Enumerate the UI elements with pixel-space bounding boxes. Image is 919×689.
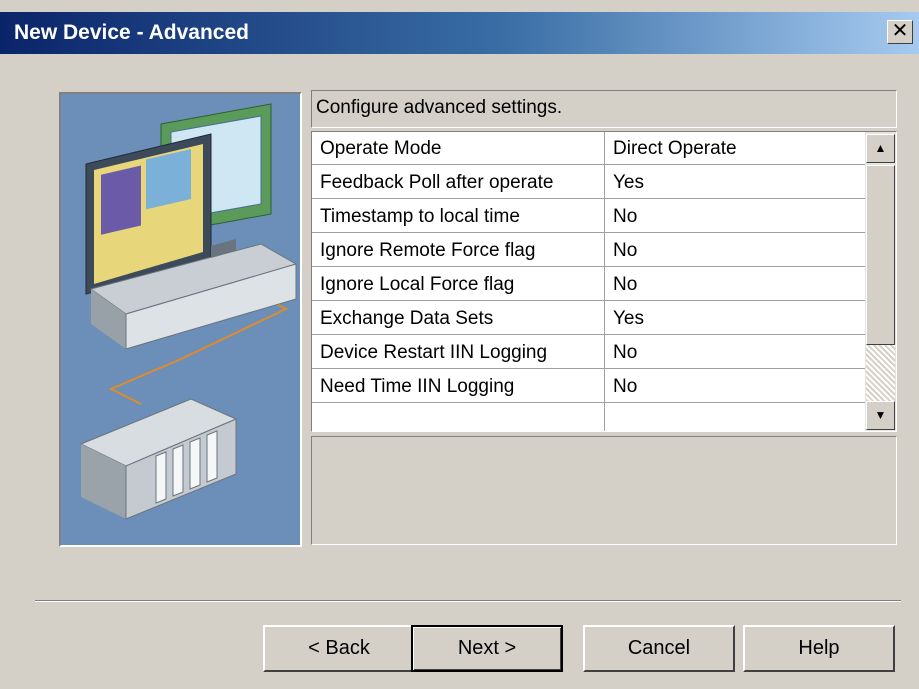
property-row[interactable]: Device Restart IIN Logging No	[312, 336, 865, 369]
property-grid[interactable]: Operate Mode Direct Operate Feedback Pol…	[311, 131, 897, 432]
vertical-scrollbar[interactable]: ▲ ▼	[865, 132, 896, 431]
arrow-up-icon: ▲	[874, 141, 887, 155]
close-button[interactable]: ✕	[887, 20, 913, 44]
property-row[interactable]: Ignore Local Force flag No	[312, 268, 865, 301]
close-icon: ✕	[891, 20, 909, 42]
property-name: Timestamp to local time	[320, 206, 520, 227]
scroll-thumb[interactable]	[866, 165, 895, 345]
property-value[interactable]: No	[613, 376, 637, 398]
property-row[interactable]: Feedback Poll after operate Yes	[312, 166, 865, 199]
scroll-down-button[interactable]: ▼	[866, 401, 895, 430]
computer-plc-illustration-icon	[79, 103, 298, 520]
property-name: Feedback Poll after operate	[320, 172, 554, 193]
description-label: Configure advanced settings.	[311, 90, 897, 128]
window-title: New Device - Advanced	[14, 21, 249, 44]
property-row[interactable]	[312, 404, 865, 431]
back-button[interactable]: < Back	[263, 625, 415, 672]
property-value[interactable]: No	[613, 206, 637, 228]
property-name: Ignore Local Force flag	[320, 274, 515, 295]
property-row[interactable]: Exchange Data Sets Yes	[312, 302, 865, 335]
property-value[interactable]: Yes	[613, 172, 644, 194]
cancel-button[interactable]: Cancel	[583, 625, 735, 672]
property-name: Device Restart IIN Logging	[320, 342, 548, 363]
help-button[interactable]: Help	[743, 625, 895, 672]
property-value[interactable]: No	[613, 240, 637, 262]
property-name: Ignore Remote Force flag	[320, 240, 536, 261]
dialog-separator	[35, 600, 901, 602]
property-row[interactable]: Timestamp to local time No	[312, 200, 865, 233]
property-value[interactable]: Direct Operate	[613, 138, 737, 160]
property-value[interactable]: No	[613, 342, 637, 364]
column-separator[interactable]	[604, 132, 605, 431]
description-text: Configure advanced settings.	[316, 97, 563, 118]
arrow-down-icon: ▼	[874, 408, 887, 422]
property-row[interactable]: Need Time IIN Logging No	[312, 370, 865, 403]
property-row[interactable]: Operate Mode Direct Operate	[312, 132, 865, 165]
property-value[interactable]: Yes	[613, 308, 644, 330]
property-help-box	[311, 436, 897, 545]
scroll-up-button[interactable]: ▲	[866, 134, 895, 163]
title-bar: New Device - Advanced ✕	[0, 12, 919, 54]
next-button[interactable]: Next >	[411, 625, 563, 672]
property-name: Need Time IIN Logging	[320, 376, 515, 397]
device-illustration	[59, 92, 302, 547]
property-name: Exchange Data Sets	[320, 308, 494, 329]
property-value[interactable]: No	[613, 274, 637, 296]
property-name: Operate Mode	[320, 138, 442, 159]
property-row[interactable]: Ignore Remote Force flag No	[312, 234, 865, 267]
scroll-track[interactable]	[866, 345, 895, 401]
